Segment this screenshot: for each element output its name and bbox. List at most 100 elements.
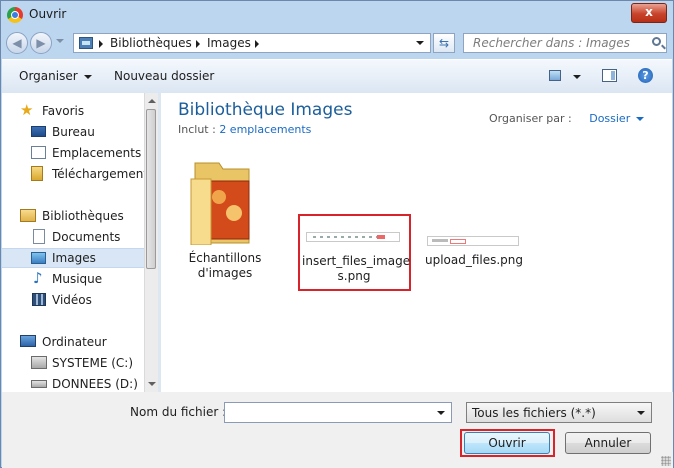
- arrange-label: Organiser par :: [489, 112, 572, 125]
- star-icon: ★: [20, 101, 34, 119]
- scroll-down-icon[interactable]: [148, 382, 156, 386]
- navigation-scrollbar[interactable]: [144, 93, 158, 392]
- change-view-icon[interactable]: [549, 70, 561, 81]
- nav-item-libraries[interactable]: Bibliothèques: [2, 206, 144, 226]
- nav-item-label: Bibliothèques: [42, 209, 124, 223]
- thumbnail-detail: [377, 235, 385, 239]
- file-label: s.png: [337, 269, 371, 283]
- chevron-down-icon: [83, 74, 92, 79]
- resize-grip[interactable]: [661, 456, 671, 466]
- new-folder-button[interactable]: Nouveau dossier: [114, 69, 214, 83]
- forward-button[interactable]: ▶: [30, 32, 52, 54]
- locations-link[interactable]: 2 emplacements: [219, 123, 311, 136]
- filename-input[interactable]: [224, 402, 452, 423]
- nav-item-label: Emplacements ré: [52, 146, 144, 160]
- nav-item-label: DONNEES (D:): [52, 377, 138, 391]
- thumbnail-detail: [313, 236, 383, 238]
- nav-item-label: SYSTEME (C:): [52, 356, 134, 370]
- search-box[interactable]: Rechercher dans : Images: [463, 33, 667, 53]
- thumbnail-detail: [450, 239, 466, 244]
- breadcrumb-separator-icon[interactable]: [99, 40, 103, 48]
- sample-pictures-folder-icon: [190, 162, 250, 245]
- open-button[interactable]: Ouvrir: [464, 432, 550, 454]
- nav-item-label: Vidéos: [52, 293, 92, 307]
- library-address-icon: [79, 37, 93, 49]
- window-title: Ouvrir: [29, 7, 67, 21]
- organize-button[interactable]: Organiser: [19, 69, 92, 83]
- address-history-dropdown-icon[interactable]: [416, 41, 424, 45]
- search-placeholder[interactable]: Rechercher dans : Images: [473, 36, 630, 50]
- search-icon[interactable]: [652, 37, 661, 46]
- image-thumbnail-icon: [306, 232, 400, 242]
- recent-pages-dropdown-icon[interactable]: [56, 39, 64, 43]
- close-button[interactable]: x: [631, 3, 667, 23]
- file-item-upload-files[interactable]: upload_files.png: [422, 234, 526, 274]
- back-button[interactable]: ◀: [6, 32, 28, 54]
- desktop-icon: [31, 126, 46, 137]
- filename-history-dropdown-icon[interactable]: [437, 411, 445, 415]
- breadcrumb-separator-icon[interactable]: [255, 40, 259, 48]
- include-label: Inclut :: [178, 123, 216, 136]
- drive-c-icon: [31, 356, 47, 369]
- nav-item-drive-d[interactable]: DONNEES (D:): [2, 374, 144, 392]
- library-title: Bibliothèque Images: [178, 100, 353, 120]
- pictures-icon: [31, 252, 46, 264]
- nav-item-label: Documents: [52, 230, 121, 244]
- help-icon[interactable]: ?: [638, 68, 653, 83]
- nav-item-label: Ordinateur: [42, 335, 107, 349]
- chrome-app-icon: [7, 7, 23, 23]
- thumbnail-detail: [432, 239, 448, 242]
- refresh-button[interactable]: ⇆: [433, 33, 455, 53]
- library-includes: Inclut : 2 emplacements: [178, 123, 311, 136]
- chevron-down-icon: [637, 411, 645, 415]
- open-dialog-window: Ouvrir x ◀ ▶ Bibliothèques Images ⇆ Rech…: [0, 0, 674, 468]
- scroll-up-icon[interactable]: [148, 99, 156, 103]
- filename-label: Nom du fichier :: [130, 405, 227, 419]
- breadcrumb-separator-icon[interactable]: [196, 40, 200, 48]
- scroll-thumb[interactable]: [146, 109, 156, 269]
- nav-item-label: Musique: [52, 272, 103, 286]
- file-label: d'images: [197, 266, 253, 280]
- nav-item-videos[interactable]: Vidéos: [2, 290, 144, 310]
- file-type-value: Tous les fichiers (*.*): [472, 406, 596, 420]
- nav-item-documents[interactable]: Documents: [2, 227, 144, 247]
- file-type-select[interactable]: Tous les fichiers (*.*): [466, 402, 652, 423]
- organize-label: Organiser: [19, 69, 78, 83]
- nav-item-drive-c[interactable]: SYSTEME (C:): [2, 353, 144, 373]
- nav-item-music[interactable]: ♪ Musique: [2, 269, 144, 289]
- file-label: upload_files.png: [424, 253, 524, 267]
- recent-places-icon: [31, 146, 46, 159]
- dialog-footer: Nom du fichier : Tous les fichiers (*.*)…: [2, 392, 673, 468]
- preview-pane-icon[interactable]: [602, 69, 617, 82]
- nav-item-computer[interactable]: Ordinateur: [2, 332, 144, 352]
- arrange-by: Organiser par : Dossier: [489, 112, 645, 125]
- nav-item-downloads[interactable]: Téléchargements: [2, 164, 144, 184]
- nav-item-images[interactable]: Images: [2, 248, 144, 268]
- file-list-pane: Bibliothèque Images Inclut : 2 emplaceme…: [161, 93, 672, 392]
- address-bar[interactable]: Bibliothèques Images: [73, 33, 431, 53]
- file-item-insert-files-images[interactable]: insert_files_image s.png: [302, 231, 411, 287]
- nav-item-recent-places[interactable]: Emplacements ré: [2, 143, 144, 163]
- nav-item-favorites[interactable]: ★ Favoris: [2, 101, 144, 121]
- navigation-pane: ★ Favoris Bureau Emplacements ré Télécha…: [2, 93, 144, 392]
- command-toolbar: Organiser Nouveau dossier ?: [2, 59, 672, 94]
- nav-item-label: Bureau: [52, 125, 95, 139]
- file-label: Échantillons: [188, 251, 262, 265]
- image-thumbnail-icon: [427, 236, 519, 246]
- file-label: insert_files_image: [302, 254, 411, 268]
- downloads-icon: [31, 166, 43, 181]
- nav-item-label: Favoris: [42, 104, 85, 118]
- cancel-button[interactable]: Annuler: [565, 432, 651, 454]
- documents-icon: [33, 229, 45, 244]
- breadcrumb-libraries[interactable]: Bibliothèques: [110, 36, 192, 50]
- libraries-icon: [20, 209, 36, 222]
- videos-icon: [32, 293, 46, 306]
- title-bar[interactable]: Ouvrir x: [1, 1, 673, 29]
- view-options-chevron-icon[interactable]: [573, 75, 581, 79]
- breadcrumb-images[interactable]: Images: [207, 36, 251, 50]
- arrange-by-dropdown[interactable]: Dossier: [589, 112, 645, 125]
- nav-item-desktop[interactable]: Bureau: [2, 122, 144, 142]
- chevron-down-icon: [636, 117, 645, 121]
- file-item-sample-pictures[interactable]: Échantillons d'images: [175, 153, 275, 283]
- nav-item-label: Téléchargements: [52, 167, 144, 181]
